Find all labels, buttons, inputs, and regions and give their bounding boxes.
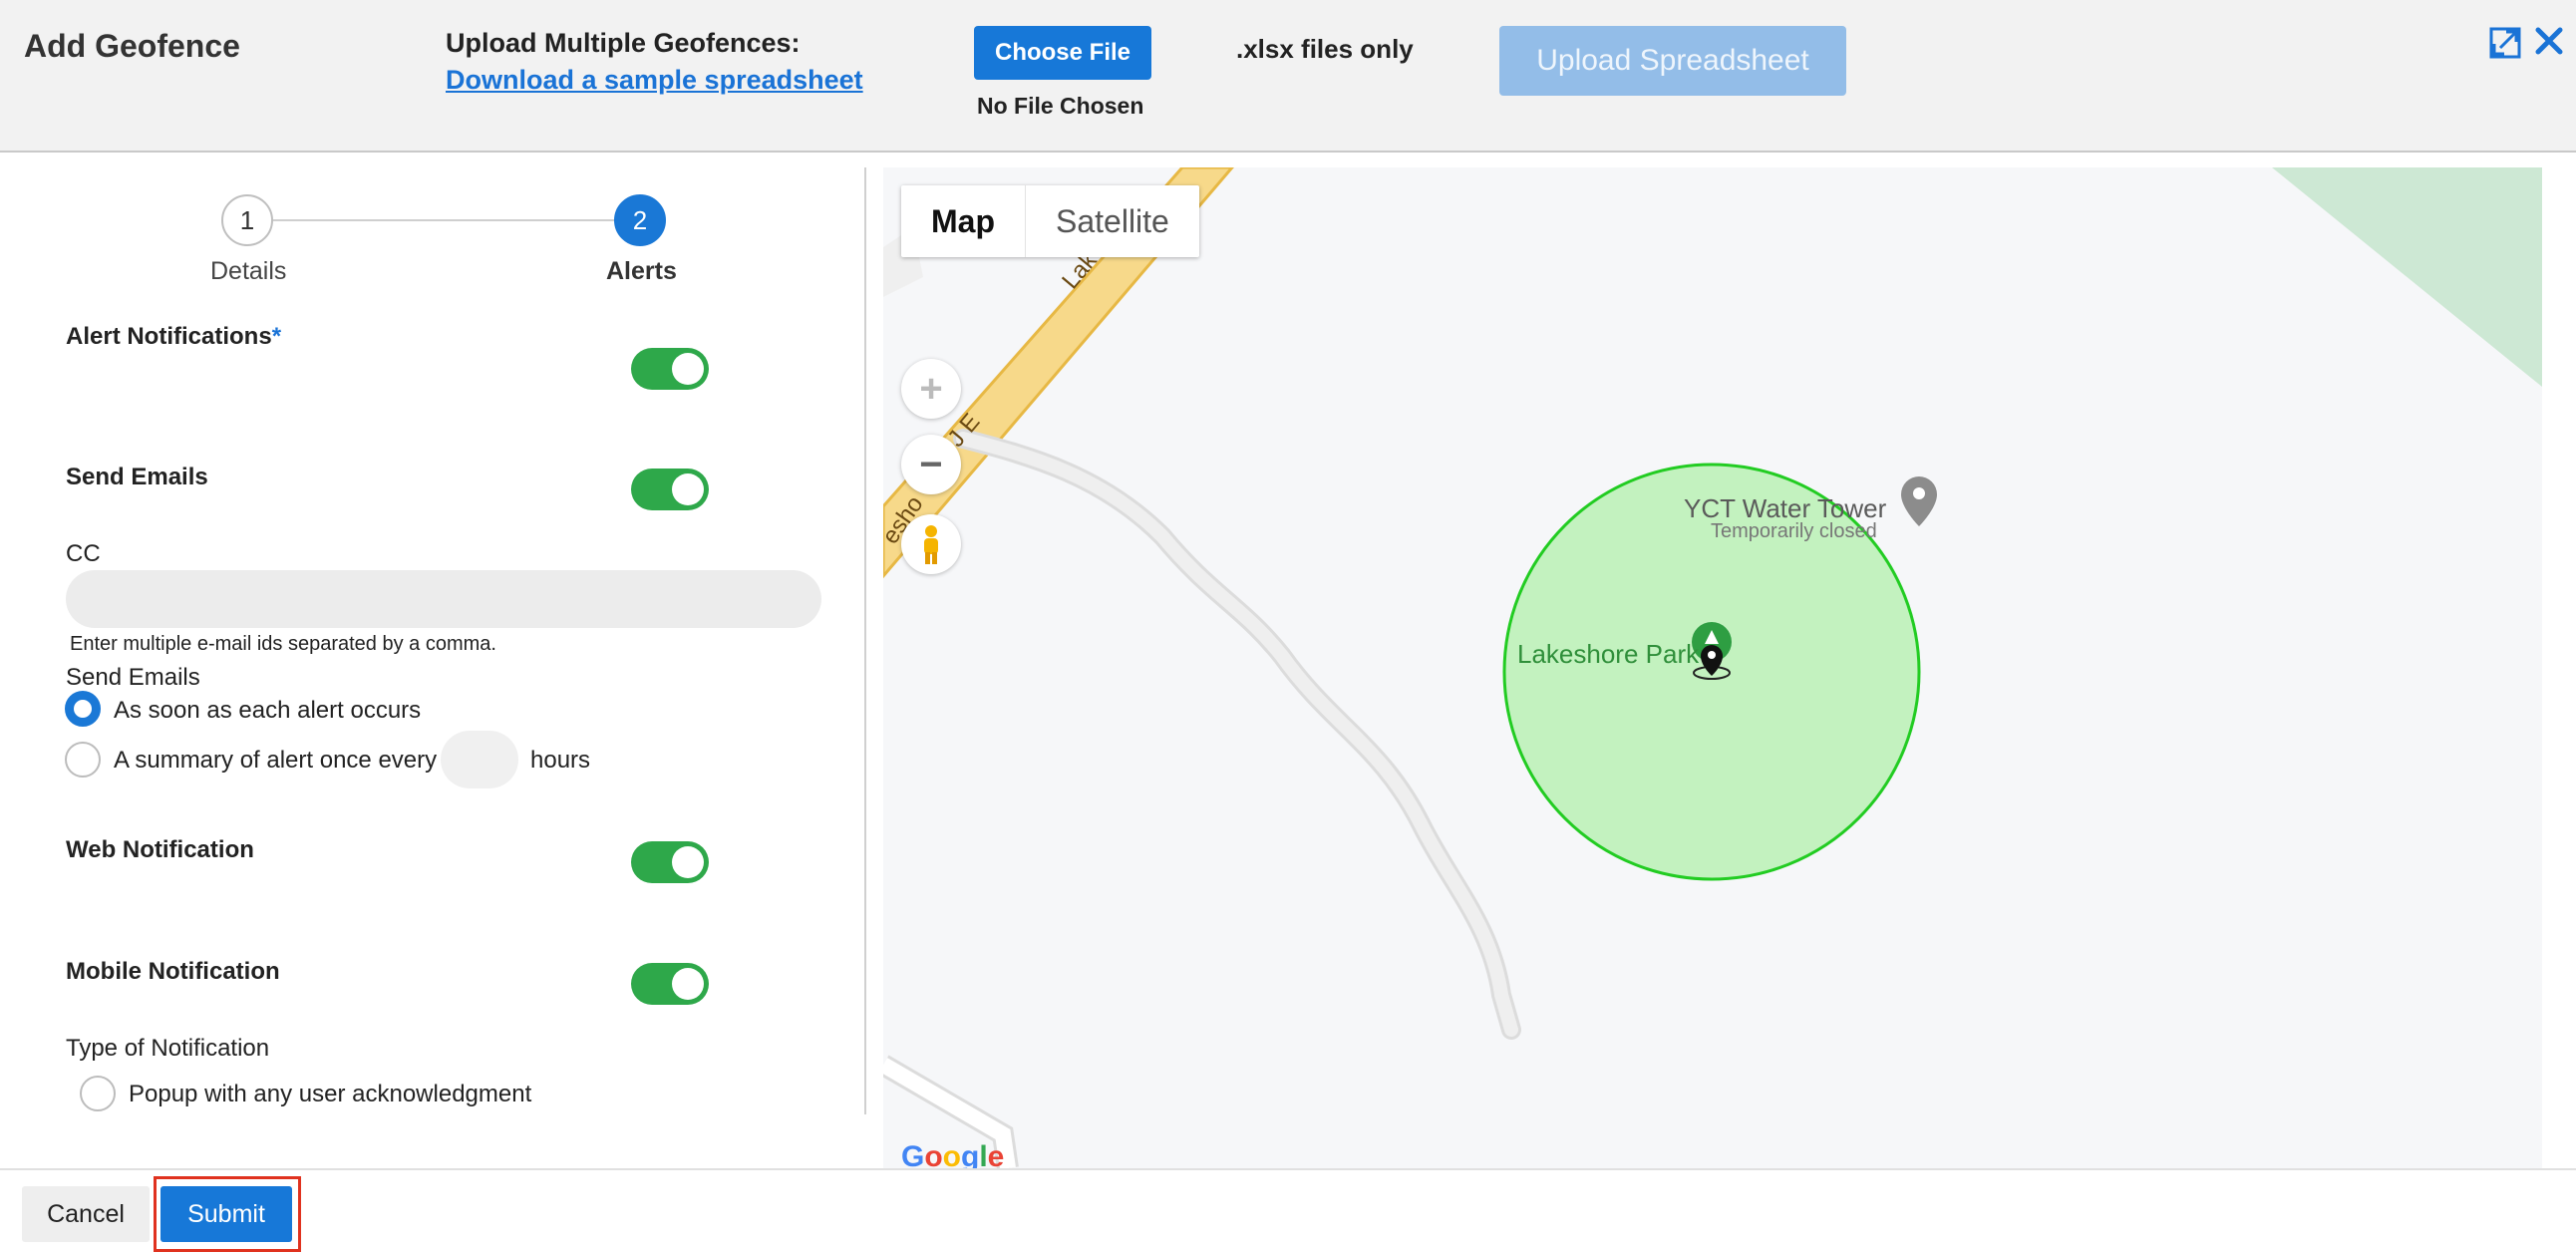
modal-header: Add Geofence Upload Multiple Geofences: …	[0, 0, 2576, 153]
step-2-label: Alerts	[606, 257, 677, 285]
hours-input[interactable]	[441, 731, 518, 788]
panel-divider	[864, 167, 866, 1114]
radio-summary-label: A summary of alert once every	[114, 747, 438, 774]
cc-input[interactable]	[66, 570, 821, 628]
modal-footer	[0, 1168, 2576, 1248]
poi-pin-icon[interactable]	[1901, 476, 1937, 526]
park-area	[2272, 167, 2542, 387]
map-type-satellite[interactable]: Satellite	[1026, 185, 1199, 257]
upload-spreadsheet-button[interactable]: Upload Spreadsheet	[1499, 26, 1846, 96]
park-name[interactable]: Lakeshore Park	[1517, 639, 1699, 670]
send-emails-sublabel: Send Emails	[66, 664, 200, 691]
cancel-button[interactable]: Cancel	[22, 1186, 150, 1242]
poi-status: Temporarily closed	[1711, 520, 1877, 542]
file-status: No File Chosen	[977, 93, 1144, 119]
stepper-line	[247, 219, 640, 221]
send-emails-label: Send Emails	[66, 464, 208, 490]
alert-notifications-toggle[interactable]	[631, 348, 709, 390]
radio-immediate-label: As soon as each alert occurs	[114, 697, 422, 724]
notification-type-label: Type of Notification	[66, 1035, 270, 1062]
download-sample-link[interactable]: Download a sample spreadsheet	[446, 65, 863, 96]
alert-notifications-label: Alert Notifications*	[66, 323, 282, 350]
map-canvas[interactable]	[883, 167, 2542, 1168]
required-marker: *	[271, 323, 282, 350]
step-1-label: Details	[210, 257, 287, 285]
zoom-out-button[interactable]: −	[901, 435, 961, 494]
page-title: Add Geofence	[24, 28, 240, 64]
radio-summary[interactable]	[65, 742, 101, 778]
map-type-control: Map Satellite	[901, 185, 1199, 257]
radio-popup[interactable]	[80, 1076, 116, 1111]
pegman-icon	[924, 525, 938, 564]
walking-path	[953, 429, 1521, 1040]
upload-multiple-label: Upload Multiple Geofences:	[446, 28, 801, 58]
mobile-notification-toggle[interactable]	[631, 963, 709, 1005]
cc-label: CC	[66, 540, 101, 567]
alerts-form	[0, 155, 865, 1166]
step-2-indicator[interactable]: 2	[614, 194, 666, 246]
zoom-in-button[interactable]: +	[901, 359, 961, 419]
map-view[interactable]: Lak J E esho Map Satellite + − YCT Water…	[883, 167, 2542, 1168]
choose-file-button[interactable]: Choose File	[974, 26, 1151, 80]
map-type-map[interactable]: Map	[901, 185, 1026, 257]
close-icon[interactable]	[2532, 24, 2566, 58]
hours-label: hours	[530, 747, 591, 774]
web-notification-label: Web Notification	[66, 836, 254, 863]
radio-immediate[interactable]	[65, 691, 101, 727]
file-type-note: .xlsx files only	[1236, 34, 1414, 64]
radio-popup-label: Popup with any user acknowledgment	[129, 1081, 532, 1107]
submit-button[interactable]: Submit	[161, 1186, 292, 1242]
web-notification-toggle[interactable]	[631, 841, 709, 883]
expand-icon[interactable]	[2488, 26, 2522, 60]
google-logo: Google	[901, 1140, 1005, 1168]
send-emails-toggle[interactable]	[631, 469, 709, 510]
step-1-indicator[interactable]: 1	[221, 194, 273, 246]
street-view-pegman[interactable]	[901, 514, 961, 574]
cc-hint: Enter multiple e-mail ids separated by a…	[70, 633, 496, 655]
mobile-notification-label: Mobile Notification	[66, 958, 280, 985]
